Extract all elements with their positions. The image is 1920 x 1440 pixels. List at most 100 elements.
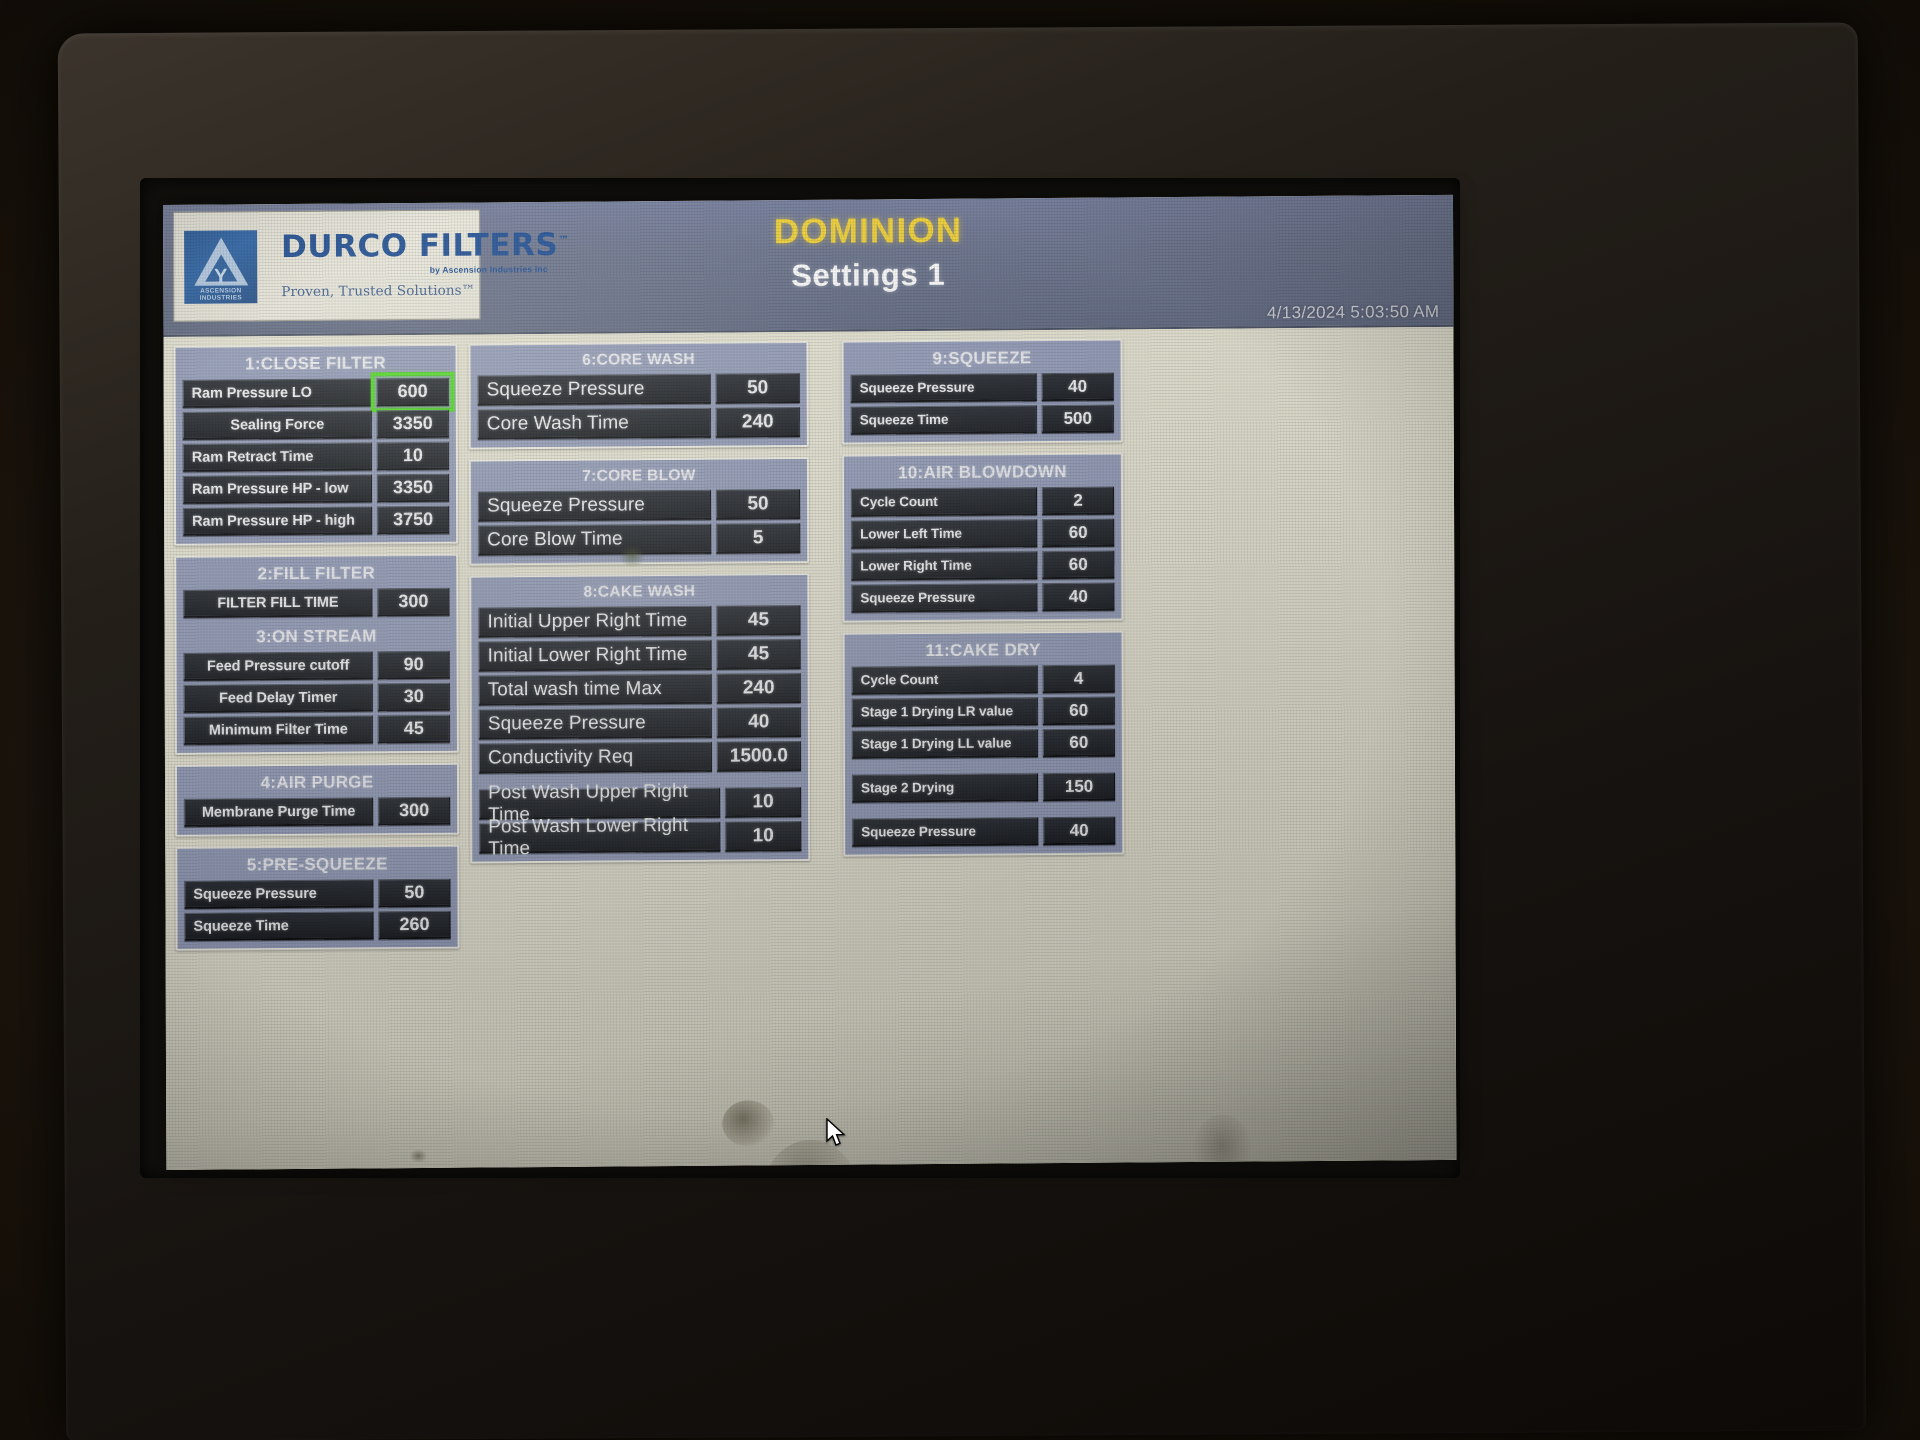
setting-row-stage1-drying-lr[interactable]: Stage 1 Drying LR value 60 — [851, 696, 1115, 727]
value-ram-pressure-hp-high[interactable]: 3750 — [377, 505, 450, 535]
label-squeeze-time: Squeeze Time — [850, 405, 1037, 435]
setting-row-pre-squeeze-pressure[interactable]: Squeeze Pressure 50 — [184, 878, 451, 909]
setting-row-stage2-drying[interactable]: Stage 2 Drying 150 — [851, 772, 1116, 803]
panel-air-purge: 4:AIR PURGE Membrane Purge Time 300 — [174, 762, 460, 837]
column-middle: 6:CORE WASH Squeeze Pressure 50 Core Was… — [468, 340, 811, 864]
setting-row-membrane-purge-time[interactable]: Membrane Purge Time 300 — [184, 796, 451, 827]
value-core-blow-time[interactable]: 5 — [716, 523, 801, 554]
value-conductivity-req[interactable]: 1500.0 — [716, 741, 801, 772]
value-squeeze-time[interactable]: 500 — [1041, 404, 1114, 434]
label-core-blow-time: Core Blow Time — [478, 523, 712, 556]
value-blowdown-squeeze-pressure[interactable]: 40 — [1042, 582, 1115, 612]
value-sealing-force[interactable]: 3350 — [376, 409, 449, 439]
label-ram-pressure-hp-low: Ram Pressure HP - low — [182, 474, 373, 504]
setting-row-core-blow-squeeze-pressure[interactable]: Squeeze Pressure 50 — [477, 489, 801, 522]
panel-title-pre-squeeze: 5:PRE-SQUEEZE — [246, 854, 388, 875]
value-squeeze-pressure[interactable]: 40 — [1041, 372, 1114, 402]
label-ram-pressure-hp-high: Ram Pressure HP - high — [183, 506, 373, 536]
header-bar: Y ASCENSION INDUSTRIES DURCO FILTERS™ by… — [163, 194, 1454, 338]
label-blowdown-squeeze-pressure: Squeeze Pressure — [851, 583, 1038, 613]
value-lower-left-time[interactable]: 60 — [1042, 518, 1115, 548]
setting-row-core-blow-time[interactable]: Core Blow Time 5 — [478, 523, 801, 556]
label-ram-pressure-lo: Ram Pressure LO — [182, 378, 372, 408]
panel-core-blow: 7:CORE BLOW Squeeze Pressure 50 Core Blo… — [468, 456, 810, 566]
setting-row-ram-pressure-hp-low[interactable]: Ram Pressure HP - low 3350 — [182, 473, 450, 504]
value-pre-squeeze-pressure[interactable]: 50 — [378, 878, 451, 908]
value-blowdown-cycle-count[interactable]: 2 — [1041, 486, 1115, 516]
setting-row-minimum-filter-time[interactable]: Minimum Filter Time 45 — [183, 714, 450, 745]
setting-row-cake-wash-squeeze-pressure[interactable]: Squeeze Pressure 40 — [478, 707, 801, 740]
label-initial-upper-right-time: Initial Upper Right Time — [478, 605, 712, 638]
setting-row-dry-squeeze-pressure[interactable]: Squeeze Pressure 40 — [852, 816, 1116, 847]
label-core-wash-time: Core Wash Time — [477, 407, 711, 440]
value-core-wash-time[interactable]: 240 — [715, 407, 800, 438]
panel-title-fill-filter: 2:FILL FILTER — [257, 563, 376, 584]
setting-row-lower-right-time[interactable]: Lower Right Time 60 — [851, 550, 1115, 581]
value-post-wash-lower-right-time[interactable]: 10 — [725, 821, 802, 852]
setting-row-filter-fill-time[interactable]: FILTER FILL TIME 300 — [183, 587, 450, 618]
panel-title-air-blowdown: 10:AIR BLOWDOWN — [897, 461, 1067, 483]
setting-row-squeeze-time[interactable]: Squeeze Time 500 — [850, 404, 1114, 435]
setting-row-ram-pressure-hp-high[interactable]: Ram Pressure HP - high 3750 — [183, 505, 450, 536]
label-blowdown-cycle-count: Cycle Count — [850, 487, 1038, 517]
value-feed-pressure-cutoff[interactable]: 90 — [377, 650, 450, 680]
panel-title-cake-wash: 8:CAKE WASH — [583, 582, 696, 601]
setting-row-initial-lower-right-time[interactable]: Initial Lower Right Time 45 — [478, 639, 801, 672]
setting-row-core-wash-squeeze-pressure[interactable]: Squeeze Pressure 50 — [477, 373, 800, 406]
label-cake-wash-squeeze-pressure: Squeeze Pressure — [478, 707, 712, 740]
setting-row-feed-delay-timer[interactable]: Feed Delay Timer 30 — [183, 682, 450, 713]
panel-squeeze: 9:SQUEEZE Squeeze Pressure 40 Squeeze Ti… — [841, 338, 1123, 445]
value-total-wash-time-max[interactable]: 240 — [716, 673, 801, 704]
setting-row-feed-pressure-cutoff[interactable]: Feed Pressure cutoff 90 — [183, 650, 450, 681]
panel-title-close-filter: 1:CLOSE FILTER — [245, 353, 387, 374]
setting-row-ram-pressure-lo[interactable]: Ram Pressure LO 600 — [182, 371, 455, 413]
setting-row-stage1-drying-ll[interactable]: Stage 1 Drying LL value 60 — [851, 728, 1115, 759]
value-filter-fill-time[interactable]: 300 — [377, 587, 450, 617]
setting-row-total-wash-time-max[interactable]: Total wash time Max 240 — [478, 673, 801, 706]
value-stage1-drying-lr[interactable]: 60 — [1042, 696, 1115, 726]
setting-row-ram-retract-time[interactable]: Ram Retract Time 10 — [182, 441, 449, 472]
setting-row-initial-upper-right-time[interactable]: Initial Upper Right Time 45 — [478, 605, 801, 638]
setting-row-core-wash-time[interactable]: Core Wash Time 240 — [477, 407, 800, 440]
value-dry-squeeze-pressure[interactable]: 40 — [1043, 816, 1116, 846]
setting-row-blowdown-cycle-count[interactable]: Cycle Count 2 — [850, 486, 1115, 517]
label-feed-delay-timer: Feed Delay Timer — [183, 683, 373, 713]
value-ram-retract-time[interactable]: 10 — [376, 441, 449, 471]
panel-title-squeeze: 9:SQUEEZE — [932, 348, 1032, 368]
setting-row-lower-left-time[interactable]: Lower Left Time 60 — [851, 518, 1115, 549]
label-pre-squeeze-pressure: Squeeze Pressure — [184, 879, 374, 909]
panel-title-cake-dry: 11:CAKE DRY — [925, 640, 1041, 661]
settings-body: 1:CLOSE FILTER Ram Pressure LO 600 Seali… — [163, 326, 1457, 1171]
setting-row-pre-squeeze-time[interactable]: Squeeze Time 260 — [184, 910, 451, 941]
setting-row-blowdown-squeeze-pressure[interactable]: Squeeze Pressure 40 — [851, 582, 1115, 613]
value-stage2-drying[interactable]: 150 — [1042, 772, 1116, 802]
label-dry-cycle-count: Cycle Count — [851, 665, 1038, 695]
label-stage1-drying-ll: Stage 1 Drying LL value — [851, 729, 1038, 759]
panel-cake-dry: 11:CAKE DRY Cycle Count 4 Stage 1 Drying… — [842, 630, 1125, 857]
value-post-wash-upper-right-time[interactable]: 10 — [724, 787, 802, 818]
value-lower-right-time[interactable]: 60 — [1042, 550, 1115, 580]
value-initial-upper-right-time[interactable]: 45 — [716, 605, 801, 636]
value-core-blow-squeeze-pressure[interactable]: 50 — [715, 489, 801, 520]
value-minimum-filter-time[interactable]: 45 — [377, 714, 450, 744]
value-ram-pressure-lo[interactable]: 600 — [370, 371, 455, 413]
value-membrane-purge-time[interactable]: 300 — [378, 796, 451, 826]
label-conductivity-req: Conductivity Req — [478, 741, 712, 774]
setting-row-dry-cycle-count[interactable]: Cycle Count 4 — [851, 664, 1115, 695]
setting-row-sealing-force[interactable]: Sealing Force 3350 — [182, 409, 449, 440]
value-ram-pressure-hp-low[interactable]: 3350 — [376, 473, 450, 503]
value-initial-lower-right-time[interactable]: 45 — [716, 639, 801, 670]
value-dry-cycle-count[interactable]: 4 — [1042, 664, 1115, 694]
page-title: DOMINION — [773, 210, 963, 252]
value-pre-squeeze-time[interactable]: 260 — [378, 910, 451, 940]
value-core-wash-squeeze-pressure[interactable]: 50 — [715, 373, 800, 404]
value-feed-delay-timer[interactable]: 30 — [377, 682, 450, 712]
panel-cake-wash: 8:CAKE WASH Initial Upper Right Time 45 … — [469, 572, 811, 864]
value-stage1-drying-ll[interactable]: 60 — [1042, 728, 1115, 758]
setting-row-squeeze-pressure[interactable]: Squeeze Pressure 40 — [850, 372, 1114, 403]
setting-row-post-wash-lower-right-time[interactable]: Post Wash Lower Right Time 10 — [479, 814, 802, 859]
setting-row-conductivity-req[interactable]: Conductivity Req 1500.0 — [478, 741, 801, 774]
value-cake-wash-squeeze-pressure[interactable]: 40 — [716, 707, 801, 738]
panel-air-blowdown: 10:AIR BLOWDOWN Cycle Count 2 Lower Left… — [841, 452, 1124, 623]
panel-title-core-wash: 6:CORE WASH — [582, 350, 695, 369]
